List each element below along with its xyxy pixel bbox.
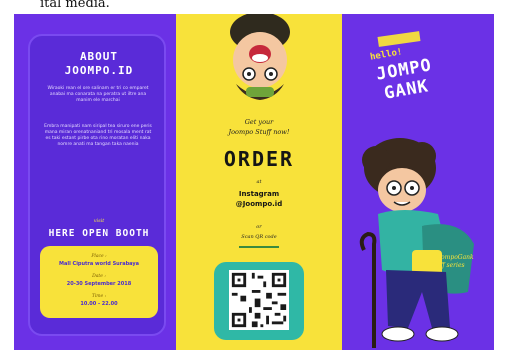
- about-paragraph-2: Embra manipati nam siripal tea siruro en…: [44, 124, 152, 147]
- order-title: ORDER: [223, 147, 295, 171]
- qr-code-icon[interactable]: [229, 270, 289, 330]
- about-paragraph-1: Wiraoki rean el ore salinam er tri co em…: [47, 86, 149, 103]
- time-value: 10.00 - 22.00: [80, 301, 118, 307]
- middle-panel: Get your Joompo Stuff now! ORDER at Inst…: [176, 14, 342, 350]
- time-label: Time :: [91, 294, 107, 299]
- or-text: or: [256, 224, 262, 230]
- caption-text: ital media.: [0, 0, 507, 14]
- at-text: at: [256, 179, 262, 185]
- about-card: ABOUT JOOMPO.ID Wiraoki rean el ore sali…: [28, 34, 166, 336]
- brochure: ABOUT JOOMPO.ID Wiraoki rean el ore sali…: [14, 14, 494, 350]
- right-panel: hello! JOMPO GANK #JoompoGank Stuff seri…: [342, 14, 494, 350]
- event-info-box: Place : Mall Ciputra world Surabaya Date…: [40, 246, 158, 318]
- tape-decoration: [377, 31, 421, 47]
- qr-card: [214, 262, 304, 340]
- scan-text: Scan QR code: [241, 234, 277, 240]
- mascot-character-illustration: [359, 138, 474, 348]
- place-value: Mall Ciputra world Surabaya: [59, 261, 139, 267]
- date-label: Date :: [92, 274, 106, 279]
- about-title-line2: JOOMPO.ID: [64, 64, 134, 77]
- left-panel: ABOUT JOOMPO.ID Wiraoki rean el ore sali…: [14, 14, 176, 350]
- date-value: 20-30 September 2018: [66, 281, 132, 287]
- about-title-line1: ABOUT: [79, 50, 119, 63]
- order-script-line1: Get your: [244, 118, 274, 126]
- instagram-label: Instagram: [238, 190, 280, 198]
- instagram-handle: @Joompo.id: [235, 200, 283, 208]
- divider: [239, 246, 279, 248]
- upside-down-mascot-illustration: [230, 14, 290, 100]
- booth-title: HERE OPEN BOOTH: [48, 228, 150, 239]
- about-title: ABOUT JOOMPO.ID: [30, 50, 168, 78]
- booth-script: visit: [93, 218, 105, 224]
- right-script-note: #JoompoGank Stuff series: [430, 254, 474, 269]
- order-script-line2: Joompo Stuff now!: [228, 128, 290, 136]
- place-label: Place :: [91, 254, 107, 259]
